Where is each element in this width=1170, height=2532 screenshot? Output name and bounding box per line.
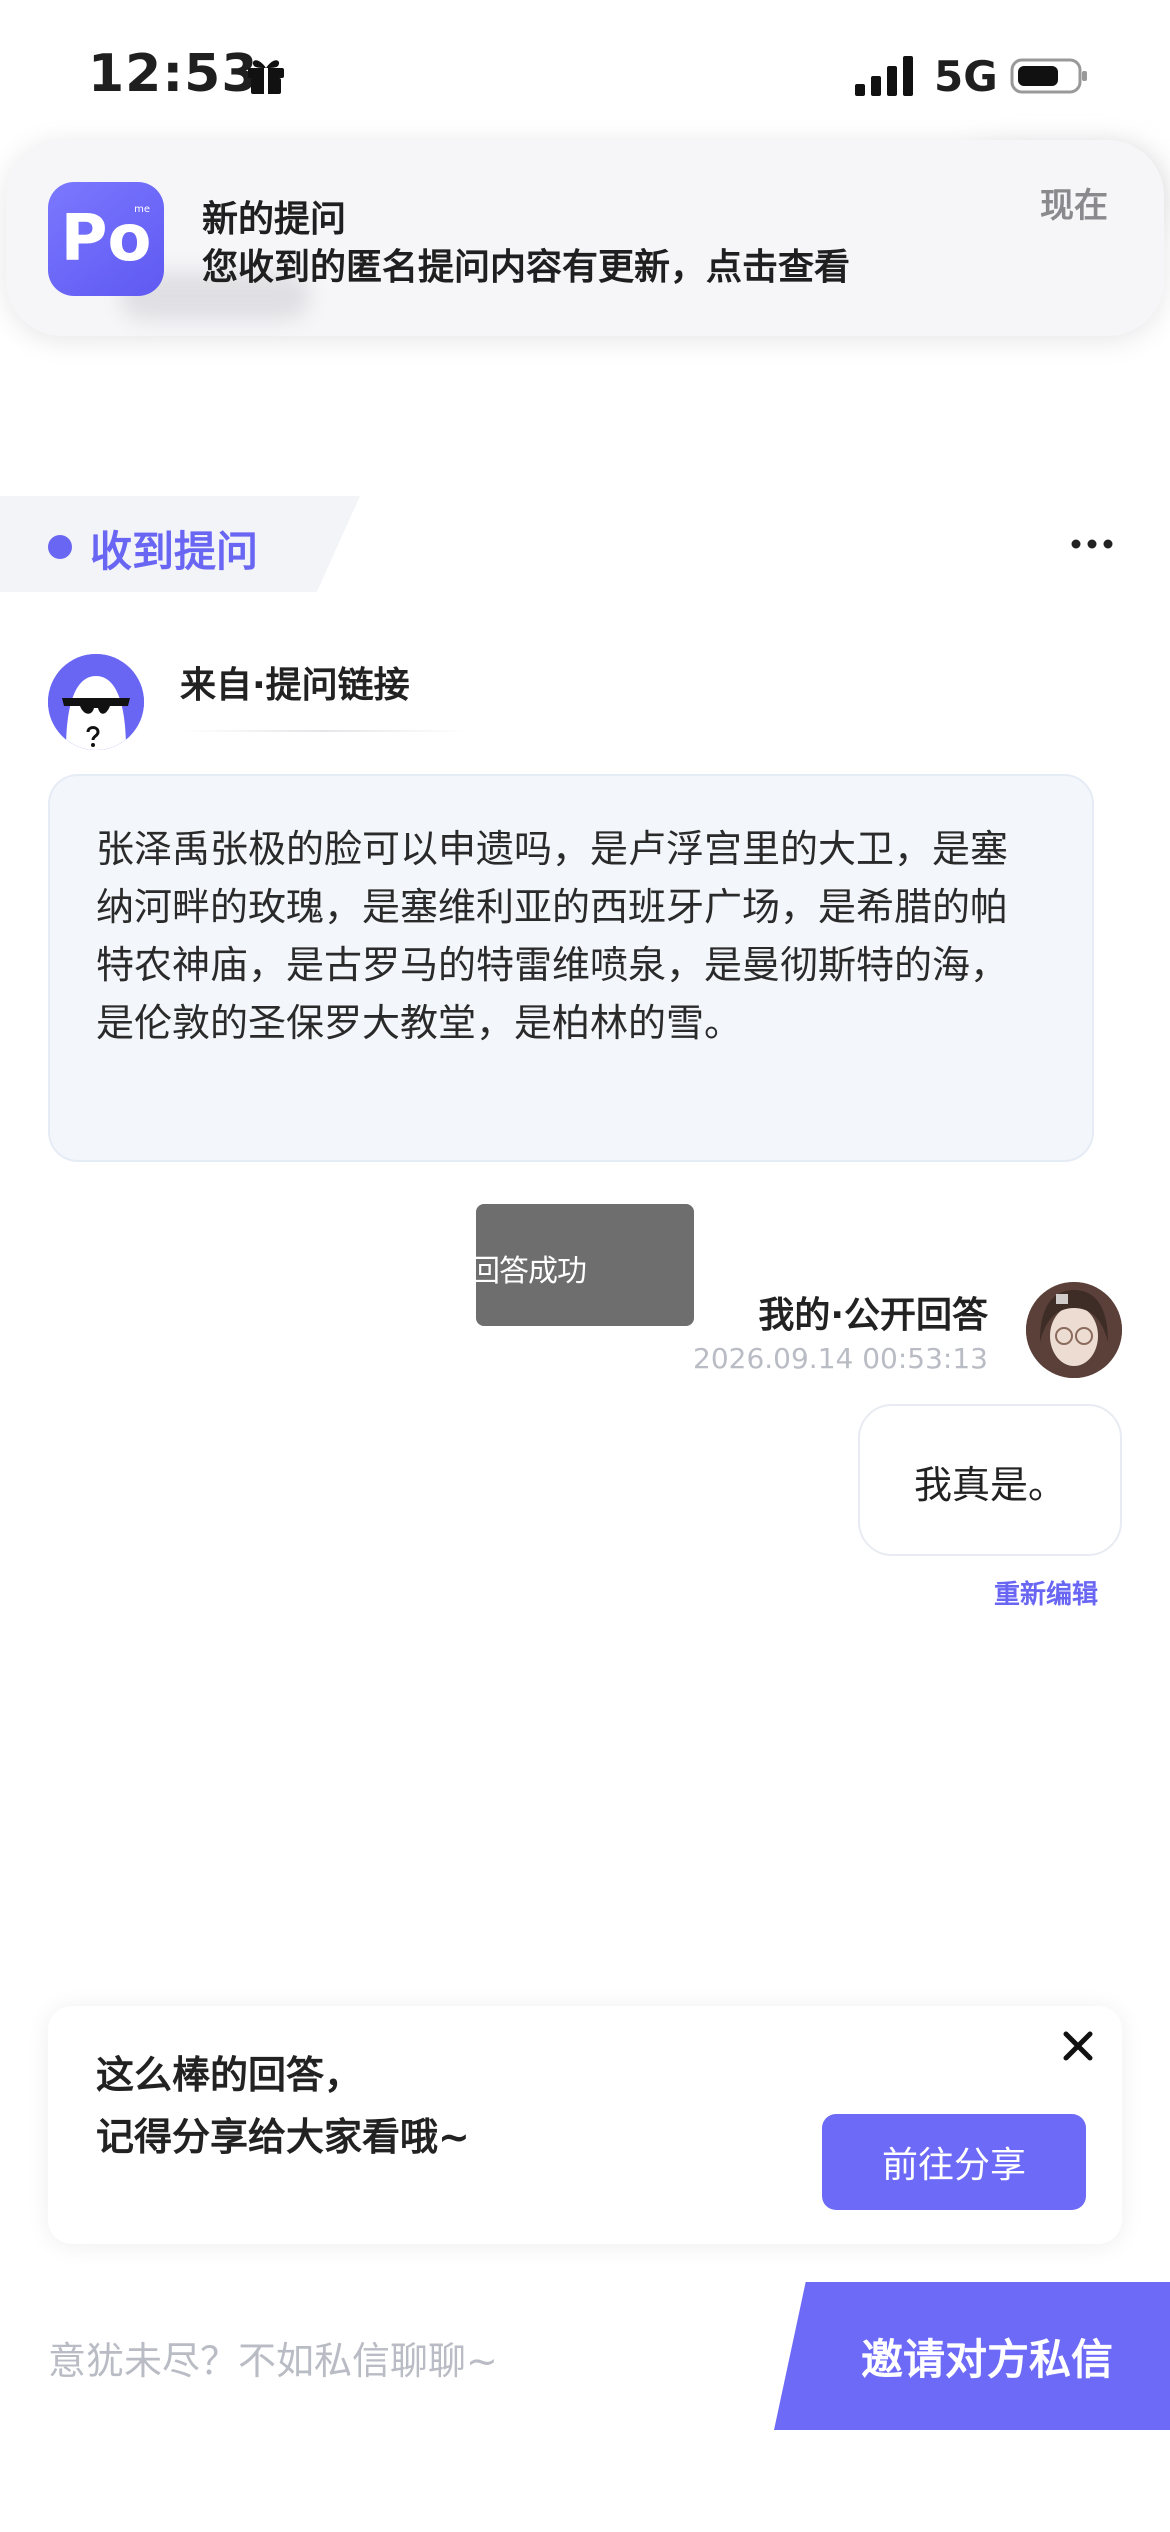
user-photo — [1026, 1282, 1122, 1378]
re-edit-link[interactable]: 重新编辑 — [0, 1574, 1098, 1611]
tab-received-questions[interactable]: 收到提问 — [90, 518, 258, 579]
message-placeholder[interactable]: 意犹未尽？不如私信聊聊~ — [48, 2330, 498, 2385]
share-prompt-line2: 记得分享给大家看哦~ — [96, 2115, 470, 2159]
app-icon[interactable]: Po me — [48, 182, 164, 296]
invite-message-button[interactable]: 邀请对方私信 — [774, 2282, 1170, 2430]
answer-text: 我真是。 — [913, 1463, 1066, 1507]
notification-time: 现在 — [1040, 186, 1108, 226]
question-text: 张泽禹张极的脸可以申遗吗，是卢浮宫里的大卫，是塞纳河畔的玫瑰，是塞维利亚的西班牙… — [96, 827, 1009, 1045]
anonymous-avatar — [48, 654, 144, 750]
sunglasses-ghost-icon — [48, 654, 144, 750]
question-source: 来自·提问链接 — [180, 665, 410, 706]
share-prompt-line1: 这么棒的回答， — [96, 2053, 363, 2097]
toast-text: 回答成功 — [470, 1254, 587, 1289]
more-icon[interactable] — [1070, 528, 1114, 560]
notification-title: 新的提问 — [202, 199, 347, 240]
status-time: 12:53 — [88, 44, 259, 104]
close-icon[interactable] — [1062, 2030, 1094, 2062]
tab-dot — [48, 535, 72, 559]
app-icon-superscript: me — [134, 204, 150, 215]
network-label: 5G — [934, 52, 998, 101]
divider — [180, 730, 468, 732]
invite-message-label: 邀请对方私信 — [860, 2334, 1113, 2384]
gift-icon — [248, 60, 284, 94]
notification-body: 您收到的匿名提问内容有更新，点击查看 — [202, 247, 851, 288]
battery-icon — [1010, 58, 1087, 94]
go-share-button[interactable]: 前往分享 — [822, 2114, 1086, 2210]
user-avatar[interactable] — [1026, 1282, 1122, 1378]
answer-timestamp: 2026.09.14 00:53:13 — [693, 1342, 988, 1375]
signal-icon — [855, 56, 913, 96]
